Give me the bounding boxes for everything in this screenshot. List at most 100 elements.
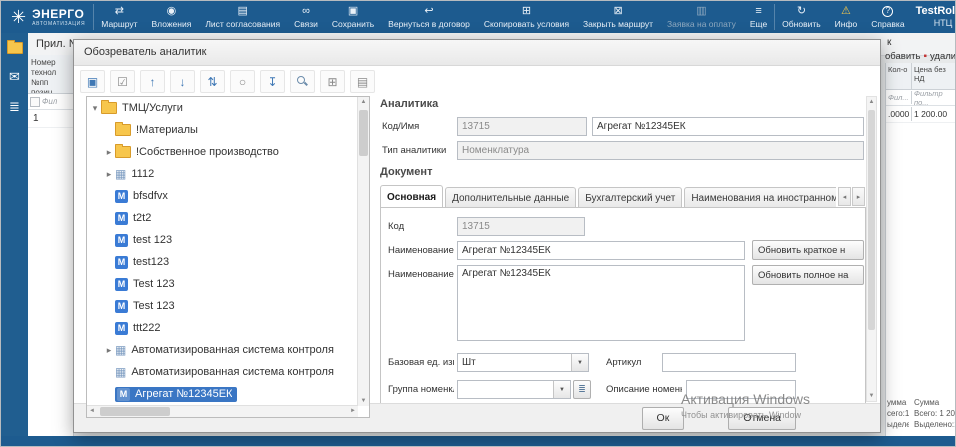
analytics-type-label: Тип аналитики [382, 145, 447, 156]
nomenclature-icon [115, 233, 128, 247]
collapse-all-icon[interactable]: ↓ [170, 70, 195, 93]
return-icon: ↩ [424, 5, 434, 17]
caret-down-icon[interactable]: ▾ [89, 103, 101, 114]
scroll-up-arrow[interactable]: ▲ [358, 99, 369, 105]
scroll-up-arrow[interactable]: ▲ [867, 99, 876, 105]
toolbar-item-refresh[interactable]: ↻ Обновить [782, 5, 821, 29]
code-label: Код [388, 221, 405, 232]
base-unit-label: Базовая ед. изме... [388, 357, 454, 368]
tree-item[interactable]: !Материалы [87, 119, 369, 141]
tree-item[interactable]: Test 123 [87, 273, 369, 295]
tab-scroll-right-icon[interactable]: ▸ [852, 187, 865, 206]
filter-checkbox[interactable] [30, 96, 40, 107]
toolbar-item-attachments[interactable]: ◉ Вложения [152, 5, 192, 29]
scroll-down-arrow[interactable]: ▼ [867, 393, 876, 399]
summary-text: Выделено:1 2 [914, 420, 956, 429]
tree-item[interactable]: bfsdfvx [87, 185, 369, 207]
tree-item-label: !Материалы [136, 124, 198, 136]
tree-item-label: bfsdfvx [133, 190, 168, 202]
tree-item[interactable]: ttt222 [87, 317, 369, 339]
scrollbar-thumb[interactable] [100, 407, 170, 416]
update-short-name-button[interactable]: Обновить краткое н [752, 240, 864, 260]
tree-selected-node[interactable]: Агрегат №12345ЕК [115, 386, 238, 402]
article-field[interactable] [662, 353, 796, 372]
caret-right-icon[interactable]: ▸ [103, 345, 115, 356]
toolbar-item-info[interactable]: ⚠ Инфо [835, 5, 858, 29]
caret-right-icon[interactable]: ▸ [103, 169, 115, 180]
tree-item[interactable]: test 123 [87, 229, 369, 251]
caret-right-icon[interactable]: ▸ [103, 147, 115, 158]
sidebar-folder-icon[interactable] [6, 40, 23, 54]
tab-main[interactable]: Основная [380, 185, 444, 208]
sort-icon[interactable]: ⇅ [200, 70, 225, 93]
tree-item[interactable]: ▸ ▦ Автоматизированная система контроля [87, 339, 369, 361]
import-icon[interactable]: ↧ [260, 70, 285, 93]
sidebar-mail-icon[interactable]: ✉ [9, 70, 20, 84]
delete-button-fragment[interactable]: удалит [930, 51, 955, 62]
filter-input[interactable]: Фил [42, 97, 57, 106]
nomenclature-group-combo[interactable]: ▼ [457, 380, 571, 399]
description-label: Описание номенк... [606, 384, 682, 395]
short-name-field[interactable] [457, 241, 745, 260]
dialog-title-bar[interactable]: Обозреватель аналитик [74, 40, 880, 66]
tree-item[interactable]: ▾ ТМЦ/Услуги [87, 97, 369, 119]
scrollbar-thumb[interactable] [359, 110, 368, 156]
tree-item-selected[interactable]: Агрегат №12345ЕК [87, 383, 369, 405]
update-full-name-button[interactable]: Обновить полное на [752, 265, 864, 285]
tree-item[interactable]: ▸ !Собственное производство [87, 141, 369, 163]
filter-input[interactable]: Фильтр по... [912, 87, 955, 109]
cancel-button[interactable]: Отмена [728, 406, 796, 430]
toolbar-item-help[interactable]: ? Справка [871, 5, 905, 29]
full-name-field[interactable]: Агрегат №12345ЕК [457, 265, 745, 341]
tab-scroll-left-icon[interactable]: ◂ [838, 187, 851, 206]
refresh-icon: ↻ [796, 5, 807, 17]
table-row[interactable]: 1 [28, 110, 73, 128]
tree-item-label: Автоматизированная система контроля [131, 366, 334, 378]
filter-input[interactable]: Фил... [886, 91, 912, 104]
scroll-right-arrow[interactable]: ► [350, 406, 356, 417]
toolbar-item-links[interactable]: ∞ Связи [294, 5, 318, 29]
group-tree-picker-button[interactable]: ≣ [573, 380, 591, 399]
ok-button[interactable]: Ок [641, 406, 685, 430]
toolbar-item-more[interactable]: ≡ Еще [750, 5, 767, 29]
save-icon[interactable]: ▣ [80, 70, 105, 93]
toolbar-item-return-to-contract[interactable]: ↩ Вернуться в договор [388, 5, 470, 29]
table-row[interactable]: .0000 1 200.00 [886, 106, 955, 123]
description-field[interactable] [686, 380, 796, 399]
tab-additional-data[interactable]: Дополнительные данные [445, 187, 577, 208]
combo-dropdown-icon[interactable]: ▼ [571, 354, 588, 371]
toolbar-item-save[interactable]: ▣ Сохранить [332, 5, 374, 29]
tree-item[interactable]: test123 [87, 251, 369, 273]
toolbar-item-copy-conditions[interactable]: ⊞ Скопировать условия [484, 5, 569, 29]
scroll-left-arrow[interactable]: ◄ [89, 406, 95, 417]
expand-all-icon[interactable]: ↑ [140, 70, 165, 93]
combo-dropdown-icon[interactable]: ▼ [553, 381, 570, 398]
tree-item[interactable]: t2t2 [87, 207, 369, 229]
copy-icon[interactable]: ⊞ [320, 70, 345, 93]
tab-foreign-names[interactable]: Наименования на иностранном языке [684, 187, 836, 208]
column-header: №пп позиц [31, 78, 53, 94]
toolbar-item-close-route[interactable]: ⊠ Закрыть маршрут [583, 5, 653, 29]
sidebar-list-icon[interactable]: ≣ [9, 100, 20, 114]
search-icon[interactable] [290, 70, 315, 93]
toolbar-item-approval-sheet[interactable]: ▤ Лист согласования [205, 5, 280, 29]
paste-icon[interactable]: ▤ [350, 70, 375, 93]
toolbar-item-route[interactable]: ⇄ Маршрут [101, 5, 137, 29]
refresh-icon[interactable]: ○ [230, 70, 255, 93]
analytics-name-field[interactable] [592, 117, 864, 136]
tab-accounting[interactable]: Бухгалтерский учет [578, 187, 683, 208]
scroll-down-arrow[interactable]: ▼ [358, 398, 369, 404]
left-sidebar: ✉ ≣ [1, 33, 28, 436]
tree-item[interactable]: Test 123 [87, 295, 369, 317]
nomenclature-icon [115, 277, 128, 291]
toolbar-item-payment-request: ▥ Заявка на оплату [667, 5, 736, 29]
nomenclature-icon [115, 255, 128, 269]
base-unit-combo[interactable]: Шт ▼ [457, 353, 589, 372]
close-route-icon: ⊠ [613, 5, 623, 17]
grid-action-buttons: обавить ▪ удалит [885, 51, 955, 62]
scrollbar-thumb[interactable] [868, 110, 875, 330]
checklist-icon[interactable]: ☑ [110, 70, 135, 93]
add-button-fragment[interactable]: обавить [885, 51, 920, 62]
tree-item[interactable]: ▸ ▦ 1112 [87, 163, 369, 185]
tree-item[interactable]: ▦ Автоматизированная система контроля [87, 361, 369, 383]
